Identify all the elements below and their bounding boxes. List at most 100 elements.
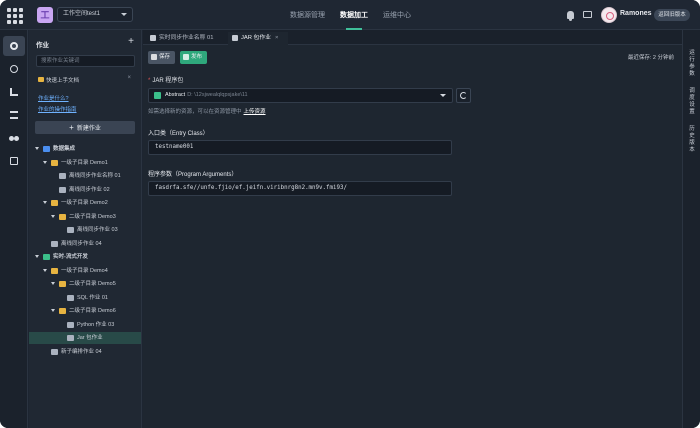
right-rail: 运行参数 调度设置 历史版本 [682,30,700,428]
old-version-button[interactable]: 返回旧版本 [654,9,690,21]
jar-package-select[interactable]: Abstract D: \12sjwealqlqpsjake\11 [148,88,453,103]
tree-file-item[interactable]: SQL 作业 01 [29,292,141,304]
run-params-tab[interactable]: 运行参数 [688,50,696,78]
jar-path: D: \12sjwealqlqpsjake\11 [187,92,248,98]
autosave-status: 最近保存: 2 分钟前 [627,55,674,61]
bell-icon[interactable] [567,11,574,21]
flow-icon [10,88,18,96]
tree-folder-item[interactable]: 一级子目录 Demo1 [29,157,141,169]
close-tab-icon[interactable]: × [275,35,278,41]
tree-item-label: 二级子目录 Demo6 [69,308,116,314]
entry-class-input[interactable]: testname001 [148,140,452,155]
file-icon [67,294,74,301]
new-job-button[interactable]: + 新建作业 [35,121,135,134]
jar-icon [154,92,161,99]
rail-globe[interactable] [3,59,25,79]
upload-resource-link[interactable]: 上传资源 [244,109,266,115]
chevron-down-icon[interactable] [43,201,47,204]
chevron-down-icon[interactable] [43,160,47,164]
tree-folder-item[interactable]: 一级子目录 Demo2 [29,197,141,209]
chevron-down-icon[interactable] [35,147,39,150]
tree-folder-item[interactable]: 二级子目录 Demo5 [29,278,141,290]
chevron-down-icon[interactable] [43,268,47,272]
tree-item-label: 二级子目录 Demo3 [69,213,116,220]
tree-file-item[interactable]: 新子编排作业 04 [29,346,141,358]
folder-icon [59,213,66,220]
chevron-down-icon[interactable] [35,255,39,258]
new-job-label: 新建作业 [76,126,101,132]
tree-folder-item[interactable]: 数据集成 [29,143,141,155]
link-job-guide[interactable]: 作业的操作指南 [38,105,77,113]
rail-flow[interactable] [3,82,25,102]
tree-item-label: SQL 作业 01 [77,294,108,301]
program-args-input[interactable]: fasdrfa.sfe//unfe.fjio/ef.jeifn.viribnrg… [148,181,452,196]
rail-circles[interactable] [3,128,25,148]
category-icon [43,254,50,260]
app-grid-icon[interactable] [4,5,24,25]
tree-file-item[interactable]: 离线同步作业 03 [29,224,141,236]
nav-ops-center[interactable]: 运维中心 [383,10,411,20]
chevron-down-icon[interactable] [51,282,55,285]
nav-datasource[interactable]: 数据源管理 [290,10,325,20]
avatar[interactable] [601,7,617,23]
file-icon [51,240,58,247]
history-version-tab[interactable]: 历史版本 [688,126,696,154]
tree-item-label: 离线同步作业 04 [61,240,102,247]
program-args-label: 程序参数（Program Arguments） [148,172,238,178]
tree-file-item[interactable]: Python 作业 03 [29,319,141,331]
username[interactable]: Ramones [620,10,652,17]
jar-package-label: * JAR 程序包 [148,78,184,84]
link-what-is-job[interactable]: 作业是什么? [38,94,69,102]
tree-folder-item[interactable]: 二级子目录 Demo6 [29,305,141,317]
publish-button[interactable]: 发布 [180,51,208,64]
add-job-icon[interactable]: + [128,36,134,47]
tree-folder-item[interactable]: 一级子目录 Demo4 [29,265,141,277]
rail-list[interactable] [3,105,25,125]
globe-icon [10,65,18,73]
close-icon[interactable]: × [127,75,131,81]
tree-file-item[interactable]: 离线同步作业名称 01 [29,170,141,182]
job-search-input[interactable]: 搜索作业关键词 [36,55,135,67]
workspace-logo: 工 [37,7,53,23]
main-editor: 实时同步作业名称 01 JAR 包作业 × 保存 发布 最近保存: 2 分钟前 *… [143,30,682,428]
tab-realtime-sync[interactable]: 实时同步作业名称 01 [146,32,228,45]
tree-file-item[interactable]: 离线同步作业 02 [29,184,141,196]
nav-data-processing[interactable]: 数据加工 [340,10,368,20]
file-icon [51,348,58,355]
document-icon[interactable] [583,11,592,18]
folder-icon [51,159,58,166]
tree-file-item[interactable]: Jar 包作业 [29,332,141,344]
chevron-down-icon[interactable] [51,309,55,312]
folder-icon [59,281,66,287]
tree-item-label: 离线同步作业 02 [69,186,110,193]
workspace-select[interactable]: 工作空间test1 [57,7,133,22]
icon-rail [0,30,28,428]
file-icon [232,35,238,41]
tree-item-label: Python 作业 03 [77,321,115,328]
tab-label: JAR 包作业 [241,35,271,41]
tree-item-label: 一级子目录 Demo4 [61,267,108,274]
tree-folder-item[interactable]: 实时-流式开发 [29,251,141,263]
tree-file-item[interactable]: 离线同步作业 04 [29,238,141,250]
chevron-down-icon[interactable] [51,214,55,218]
save-icon [151,54,157,60]
circles-icon [9,136,14,141]
chevron-down-icon [121,13,127,16]
quick-start-link[interactable]: 快速上手文档 [38,76,79,84]
tab-label: 实时同步作业名称 01 [159,35,214,41]
plus-icon: + [69,123,74,132]
rail-settings[interactable] [3,36,25,56]
schedule-settings-tab[interactable]: 调度设置 [688,88,696,116]
tree-item-label: 离线同步作业名称 01 [69,173,121,179]
save-button[interactable]: 保存 [148,51,176,64]
save-label: 保存 [159,54,171,60]
tab-jar-job[interactable]: JAR 包作业 × [228,32,288,45]
tree-item-label: 离线同步作业 03 [77,227,118,233]
refresh-icon[interactable] [456,88,471,103]
tree-item-label: 二级子目录 Demo5 [69,281,116,287]
bookmark-icon [38,77,44,82]
rail-square[interactable] [3,151,25,171]
tree-folder-item[interactable]: 二级子目录 Demo3 [29,211,141,223]
job-sidebar: 作业 + 搜索作业关键词 快速上手文档 × 作业是什么? 作业的操作指南 + 新建… [29,30,142,428]
tree-item-label: 数据集成 [53,146,76,152]
